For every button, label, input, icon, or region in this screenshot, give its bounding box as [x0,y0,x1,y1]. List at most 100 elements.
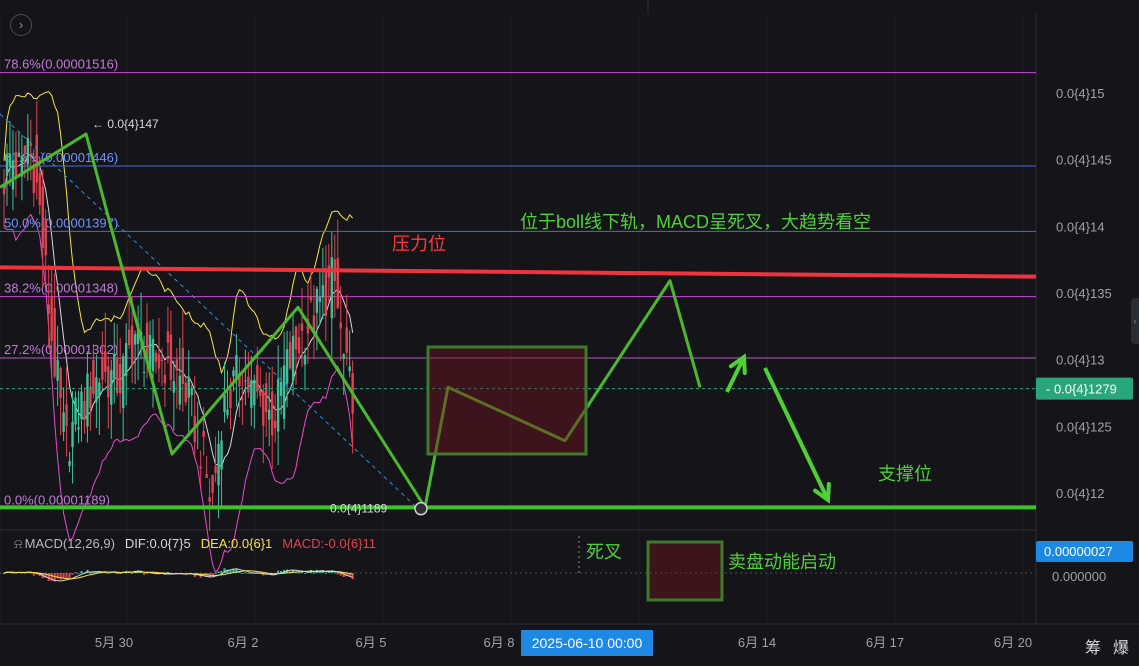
chart-texts: ← 0.0{4}147 0.0{4}1189 压力位支撑位 位于boll线下轨，MAC… [92,117,932,572]
candle-body [273,420,277,429]
macd-histogram-bar [303,573,307,574]
chip-tool-button[interactable]: 筹 [1085,640,1101,657]
macd-dea-line [3,570,353,580]
candle-body [300,323,304,331]
candle-body [303,355,307,365]
candle-body [166,331,170,343]
candle-body [276,378,280,432]
candle-body [205,474,208,478]
candle-body [181,348,184,384]
candle-body [318,297,322,302]
high-marker-label: ← 0.0{4}147 [92,117,159,131]
consolidation-box [426,345,588,456]
macd-histogram-bar [77,573,80,575]
candle-body [95,377,98,403]
candle-body [345,327,348,353]
candle-body [282,365,286,419]
macd-histogram-bar [47,573,50,581]
candle-body [288,341,292,369]
collapse-toggle-button[interactable]: › [10,14,32,36]
chart-canvas[interactable]: 78.6%(0.00001516)61.8%(0.00001446)50.0%(… [0,0,1139,666]
candle-body [208,497,211,502]
candle-body [130,325,134,366]
candle-body [98,382,101,397]
candle-body [309,296,313,301]
down-arrow [763,367,830,501]
macd-histogram-bar [131,573,134,574]
candle-body [315,288,319,313]
candle-body [339,322,342,329]
x-tick-label: 6月 5 [355,635,386,650]
candle-body [202,430,205,437]
macd-histogram-bar [312,572,316,574]
candle-body [294,326,298,350]
macd-title: MACD(12,26,9) [24,536,115,551]
candle-body [220,440,223,470]
candle-body [2,187,6,195]
macd-histogram-bar [333,572,336,574]
candle-body [74,397,77,425]
candle-body [256,365,259,392]
y-tick-label: 0.0{4}125 [1056,419,1112,434]
support-label: 支撑位 [878,464,932,484]
candle-body [32,164,35,193]
candle-body [50,296,53,341]
top-toolbar [0,0,1139,14]
alert-bell-icon[interactable]: ⍾ [14,536,23,551]
candle-body [291,335,295,382]
candle-body [65,404,68,426]
candle-body [184,382,187,403]
macd-histogram-bar [142,573,146,575]
macd-zero-label: 0.000000 [1052,569,1106,584]
macd-histogram-bar [220,571,223,573]
candle-body [59,368,62,398]
x-tick-label: 5月 30 [95,635,133,650]
candle-body [324,268,328,317]
candle-body [11,160,15,190]
macd-histogram-bar [241,573,244,574]
macd-dif-line [3,568,353,582]
macd-histogram-bar [336,573,339,575]
candle-body [199,466,202,469]
y-tick-label: 0.0{4}12 [1056,486,1104,501]
side-panel-handle[interactable]: ‹ [1131,298,1139,344]
candle-body [80,391,83,420]
candle-body [235,355,238,380]
candle-body [342,354,345,359]
candle-body [17,152,21,157]
candle-body [262,391,265,426]
candle-body [110,370,113,405]
macd-histogram-bar [145,573,149,574]
candle-body [285,349,289,384]
candle-body [247,376,250,393]
x-tick-label: 6月 20 [994,635,1032,650]
candle-body [35,134,38,183]
low-marker-label: 0.0{4}1189 [330,502,388,516]
candle-body [229,388,232,409]
candle-body [89,386,92,408]
x-tick-label: 6月 8 [483,635,514,650]
y-tick-label: 0.0{4}14 [1056,219,1104,234]
candle-body [133,334,137,345]
candle-body [107,366,110,398]
candle-body [211,474,214,493]
fib-label: 38.2%(0.00001348) [4,281,118,296]
drawings [0,113,1037,510]
candle-body [151,338,155,372]
candle-body [8,153,12,166]
candle-body [142,371,146,373]
candle-body [86,373,89,427]
macd-dif: DIF:0.0{7}5 [124,536,191,551]
resistance-label: 压力位 [392,234,446,254]
candle-body [226,409,229,416]
x-tick-label: 6月 2 [227,635,258,650]
macd-dea: DEA:0.0{6}1 [200,536,273,551]
candle-body [62,412,65,432]
candle-body [127,329,131,346]
candle-body [169,334,173,380]
candle-body [47,304,50,314]
burst-tool-button[interactable]: 爆 [1113,640,1129,657]
low-marker-dot [414,501,428,516]
fib-label: 50.0%(0.00001397) [4,215,118,230]
candle-body [14,151,18,177]
